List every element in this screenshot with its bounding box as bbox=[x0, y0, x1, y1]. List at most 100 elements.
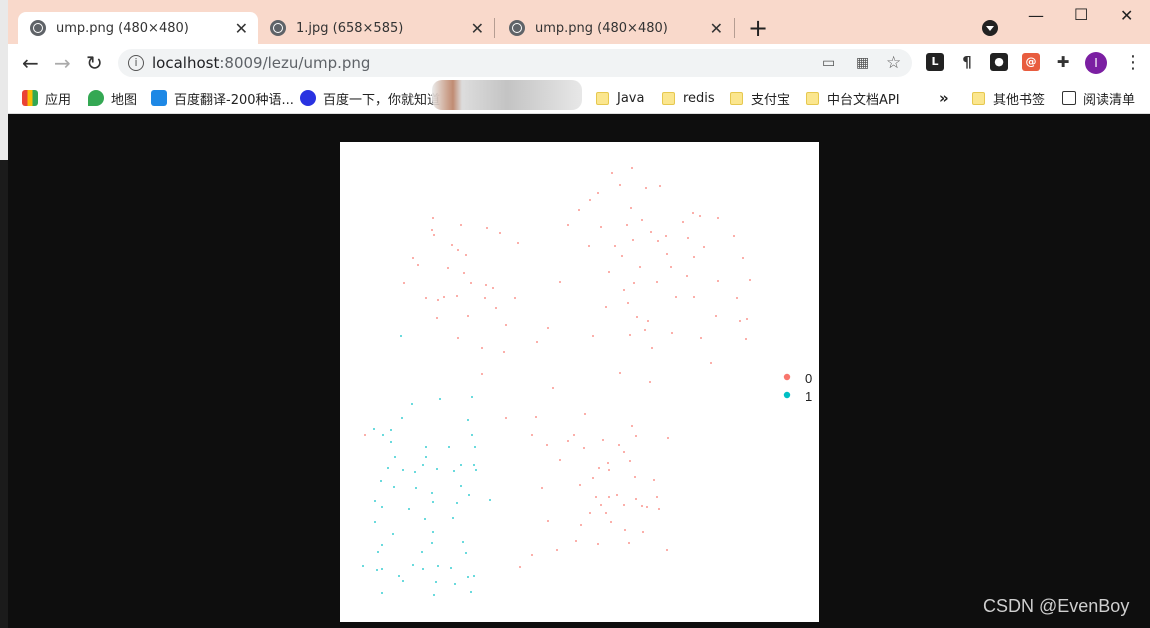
scatter-point-1 bbox=[414, 471, 416, 473]
image-viewer[interactable]: 0 1 bbox=[340, 142, 819, 622]
scatter-point-1 bbox=[373, 428, 375, 430]
scatter-point-1 bbox=[377, 551, 379, 553]
scatter-point-1 bbox=[450, 567, 452, 569]
scatter-point-1 bbox=[471, 434, 473, 436]
bookmark-baidu-translate[interactable]: 百度翻译-200种语... bbox=[151, 88, 294, 108]
scatter-point-0 bbox=[628, 542, 630, 544]
umap-scatter-plot: 0 1 bbox=[362, 167, 812, 596]
scatter-point-0 bbox=[495, 307, 497, 309]
bookmark-baidu[interactable]: 百度一下，你就知道 bbox=[300, 88, 440, 108]
scatter-point-0 bbox=[658, 508, 660, 510]
bookmark-folder-api-docs[interactable]: 中台文档API bbox=[806, 88, 900, 108]
scatter-point-0 bbox=[517, 242, 519, 244]
scatter-point-0 bbox=[623, 289, 625, 291]
close-icon[interactable]: ✕ bbox=[471, 19, 484, 38]
bookmark-folder-java[interactable]: Java bbox=[596, 88, 644, 108]
scatter-point-0 bbox=[600, 504, 602, 506]
folder-icon bbox=[730, 91, 743, 105]
scatter-point-0 bbox=[547, 520, 549, 522]
apps-grid-icon bbox=[22, 90, 38, 106]
scatter-point-0 bbox=[505, 417, 507, 419]
scatter-point-1 bbox=[382, 434, 384, 436]
tab-title: 1.jpg (658×585) bbox=[296, 20, 404, 36]
forward-arrow-icon[interactable]: → bbox=[54, 52, 71, 74]
scatter-point-0 bbox=[592, 335, 594, 337]
scatter-point-0 bbox=[567, 224, 569, 226]
scatter-point-0 bbox=[595, 496, 597, 498]
cast-icon[interactable]: ▭ bbox=[822, 55, 835, 71]
scatter-point-0 bbox=[600, 226, 602, 228]
scatter-point-0 bbox=[633, 282, 635, 284]
folder-icon bbox=[596, 91, 609, 105]
side-window-strip bbox=[0, 0, 8, 628]
scatter-point-1 bbox=[400, 335, 402, 337]
maximize-icon[interactable]: ☐ bbox=[1074, 5, 1088, 24]
reading-list-icon bbox=[1062, 91, 1076, 105]
scatter-point-0 bbox=[556, 549, 558, 551]
scatter-point-0 bbox=[635, 498, 637, 500]
qr-code-icon[interactable]: ▦ bbox=[856, 55, 869, 71]
scatter-point-0 bbox=[645, 187, 647, 189]
scatter-point-0 bbox=[635, 435, 637, 437]
scatter-point-0 bbox=[746, 318, 748, 320]
scatter-point-0 bbox=[486, 227, 488, 229]
scatter-point-1 bbox=[468, 494, 470, 496]
bookmark-apps[interactable]: 应用 bbox=[22, 88, 71, 108]
scatter-point-0 bbox=[700, 337, 702, 339]
tab-1-jpg[interactable]: 1.jpg (658×585) ✕ bbox=[258, 12, 494, 44]
bookmark-label: 应用 bbox=[45, 92, 72, 108]
extension-pilcrow-icon[interactable]: ¶ bbox=[958, 53, 976, 71]
bookmark-folder-redis[interactable]: redis bbox=[662, 88, 715, 108]
scatter-point-1 bbox=[401, 417, 403, 419]
scatter-point-0 bbox=[627, 302, 629, 304]
scatter-point-1 bbox=[402, 469, 404, 471]
scatter-point-0 bbox=[364, 434, 366, 436]
translate-icon bbox=[151, 90, 167, 106]
scatter-point-0 bbox=[656, 496, 658, 498]
bookmark-maps[interactable]: 地图 bbox=[88, 88, 137, 108]
bookmark-reading-list[interactable]: 阅读清单 bbox=[1062, 88, 1135, 108]
scatter-point-1 bbox=[436, 468, 438, 470]
profile-avatar[interactable]: I bbox=[1085, 52, 1107, 74]
scatter-point-0 bbox=[589, 199, 591, 201]
scatter-point-0 bbox=[607, 462, 609, 464]
scatter-point-0 bbox=[437, 299, 439, 301]
scatter-point-0 bbox=[589, 512, 591, 514]
window-close-icon[interactable]: ✕ bbox=[1120, 6, 1133, 25]
bookmark-label: redis bbox=[683, 90, 715, 106]
scatter-point-1 bbox=[437, 565, 439, 567]
minimize-icon[interactable]: — bbox=[1028, 6, 1044, 25]
extension-at-icon[interactable]: @ bbox=[1022, 53, 1040, 71]
tab-ump-png[interactable]: ump.png (480×480) ✕ bbox=[497, 12, 733, 44]
scatter-point-0 bbox=[692, 212, 694, 214]
tab-search-dropdown-icon[interactable] bbox=[982, 20, 998, 36]
bookmark-folder-alipay[interactable]: 支付宝 bbox=[730, 88, 790, 108]
bookmark-folder-other[interactable]: 其他书签 bbox=[972, 88, 1045, 108]
new-tab-plus-icon[interactable]: + bbox=[748, 14, 768, 42]
scatter-point-0 bbox=[481, 347, 483, 349]
close-icon[interactable]: ✕ bbox=[235, 19, 248, 38]
back-arrow-icon[interactable]: ← bbox=[22, 52, 39, 74]
scatter-point-1 bbox=[374, 500, 376, 502]
scatter-point-0 bbox=[631, 167, 633, 169]
legend-label-0: 0 bbox=[805, 371, 812, 386]
extension-tampermonkey-icon[interactable]: ● bbox=[990, 53, 1008, 71]
folder-icon bbox=[972, 91, 985, 105]
address-url[interactable]: localhost:8009/lezu/ump.png bbox=[152, 54, 370, 72]
scatter-point-1 bbox=[431, 492, 433, 494]
reload-icon[interactable]: ↻ bbox=[86, 52, 103, 74]
extension-l-icon[interactable]: L bbox=[926, 53, 944, 71]
site-info-icon[interactable]: i bbox=[128, 55, 144, 71]
bookmark-star-icon[interactable]: ☆ bbox=[886, 53, 901, 73]
tab-ump-png-active[interactable]: ump.png (480×480) ✕ bbox=[18, 12, 258, 44]
scatter-point-0 bbox=[559, 459, 561, 461]
scatter-point-1 bbox=[467, 419, 469, 421]
scatter-point-1 bbox=[402, 580, 404, 582]
close-icon[interactable]: ✕ bbox=[710, 19, 723, 38]
scatter-point-0 bbox=[657, 240, 659, 242]
bookmarks-overflow-chevron[interactable]: » bbox=[939, 88, 949, 108]
address-bar[interactable]: i localhost:8009/lezu/ump.png ▭ ▦ ☆ bbox=[118, 49, 912, 77]
extensions-puzzle-icon[interactable]: ✚ bbox=[1054, 53, 1072, 71]
scatter-point-1 bbox=[462, 541, 464, 543]
menu-kebab-icon[interactable]: ⋮ bbox=[1124, 52, 1142, 73]
